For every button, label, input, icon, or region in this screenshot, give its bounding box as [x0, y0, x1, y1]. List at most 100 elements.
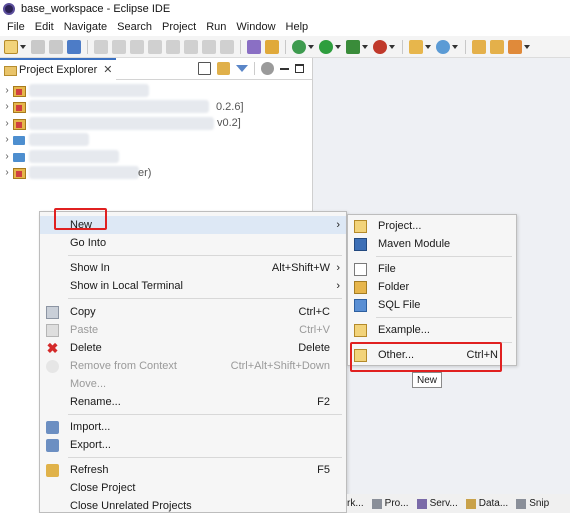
step-over-icon[interactable] — [202, 39, 216, 54]
open-type-icon[interactable] — [472, 39, 486, 54]
new-icon[interactable] — [4, 39, 18, 54]
debug-dropdown-icon[interactable] — [308, 44, 314, 49]
tab-markers[interactable]: rk... — [347, 498, 364, 509]
new-java-dropdown-icon[interactable] — [425, 44, 431, 49]
menu-item-go-into[interactable]: Go Into — [40, 234, 346, 252]
skip-breakpoints-icon[interactable] — [94, 39, 108, 54]
menu-item-shortcut: F2 — [317, 396, 330, 408]
search-dropdown-icon[interactable] — [524, 44, 530, 49]
run-dropdown-icon[interactable] — [335, 44, 341, 49]
toolbar-separator — [240, 39, 241, 54]
menu-run[interactable]: Run — [201, 21, 231, 33]
chevron-right-icon[interactable]: › — [2, 101, 12, 112]
tree-item[interactable]: › — [0, 132, 313, 149]
disconnect-icon[interactable] — [166, 39, 180, 54]
tree-item[interactable]: › 0.2.6] — [0, 99, 313, 116]
tree-item[interactable]: › — [0, 148, 313, 165]
collapse-all-icon[interactable] — [198, 62, 211, 75]
toolbar-separator — [285, 39, 286, 54]
submenu-item-maven-module[interactable]: Maven Module — [348, 235, 516, 253]
menu-item-remove-from-context[interactable]: Remove from Context Ctrl+Alt+Shift+Down — [40, 357, 346, 375]
menu-item-export[interactable]: Export... — [40, 436, 346, 454]
tab-servers[interactable]: Serv... — [416, 498, 458, 509]
menu-separator — [68, 457, 342, 458]
tree-item[interactable]: › — [0, 82, 313, 99]
coverage-icon[interactable] — [373, 39, 387, 54]
minimize-icon[interactable] — [280, 62, 289, 70]
run-icon[interactable] — [319, 39, 333, 54]
view-menu-icon[interactable] — [261, 62, 274, 75]
suspend-icon[interactable] — [130, 39, 144, 54]
menu-item-close-project[interactable]: Close Project — [40, 479, 346, 497]
menu-item-show-in[interactable]: Show In Alt+Shift+W › — [40, 259, 346, 277]
tab-project-explorer[interactable]: Project Explorer ✕ — [0, 57, 117, 80]
save-all-icon[interactable] — [49, 39, 63, 54]
menu-help[interactable]: Help — [281, 21, 314, 33]
step-return-icon[interactable] — [220, 39, 234, 54]
new-java-project-icon[interactable] — [409, 39, 423, 54]
run-external-dropdown-icon[interactable] — [362, 44, 368, 49]
menu-edit[interactable]: Edit — [30, 21, 59, 33]
menu-navigate[interactable]: Navigate — [59, 21, 112, 33]
submenu-item-folder[interactable]: Folder — [348, 278, 516, 296]
menu-item-shortcut: Alt+Shift+W — [271, 262, 330, 274]
tree-item[interactable]: › er) — [0, 165, 313, 182]
run-external-icon[interactable] — [346, 39, 360, 54]
tab-data-source[interactable]: Data... — [465, 498, 508, 509]
chevron-right-icon[interactable]: › — [2, 134, 12, 145]
menu-item-copy[interactable]: Copy Ctrl+C — [40, 303, 346, 321]
menu-window[interactable]: Window — [231, 21, 280, 33]
tab-problems[interactable]: Pro... — [371, 498, 409, 509]
menu-file[interactable]: File — [2, 21, 30, 33]
menu-project[interactable]: Project — [157, 21, 201, 33]
chevron-right-icon[interactable]: › — [2, 167, 12, 178]
chevron-right-icon[interactable]: › — [2, 85, 12, 96]
terminal-icon[interactable] — [67, 39, 81, 54]
submenu-item-example[interactable]: Example... — [348, 321, 516, 339]
filter-icon[interactable] — [236, 65, 248, 72]
debug-icon[interactable] — [292, 39, 306, 54]
menu-item-rename[interactable]: Rename... F2 — [40, 393, 346, 411]
chevron-right-icon[interactable]: › — [2, 118, 12, 129]
coverage-dropdown-icon[interactable] — [389, 44, 395, 49]
import-icon — [46, 420, 59, 434]
step-into-icon[interactable] — [184, 39, 198, 54]
menu-item-label: Project... — [378, 220, 422, 232]
tab-label: Snip — [529, 498, 550, 509]
terminate-icon[interactable] — [148, 39, 162, 54]
toolbar-separator — [254, 62, 255, 75]
menu-item-label: Refresh — [70, 464, 109, 476]
new-class-dropdown-icon[interactable] — [452, 44, 458, 49]
project-icon — [13, 101, 26, 114]
copy-icon — [46, 305, 59, 319]
new-class-icon[interactable] — [436, 39, 450, 54]
tab-snippets[interactable]: Snip — [516, 498, 549, 509]
submenu-item-sql-file[interactable]: SQL File — [348, 296, 516, 314]
menu-item-label: Show in Local Terminal — [70, 280, 183, 292]
menu-item-refresh[interactable]: Refresh F5 — [40, 461, 346, 479]
project-suffix: er) — [138, 166, 152, 179]
link-with-editor-icon[interactable] — [217, 62, 230, 75]
submenu-item-project[interactable]: Project... — [348, 217, 516, 235]
open-task-icon[interactable] — [490, 39, 504, 54]
close-icon[interactable]: ✕ — [103, 63, 112, 76]
resume-icon[interactable] — [112, 39, 126, 54]
toolbar-separator — [465, 39, 466, 54]
save-icon[interactable] — [31, 39, 45, 54]
tree-item[interactable]: › v0.2] — [0, 115, 313, 132]
toggle-breakpoint-icon[interactable] — [247, 39, 261, 54]
new-dropdown-icon[interactable] — [20, 44, 26, 49]
menu-search[interactable]: Search — [112, 21, 157, 33]
chevron-right-icon[interactable]: › — [2, 151, 12, 162]
menu-item-paste[interactable]: Paste Ctrl+V — [40, 321, 346, 339]
menu-item-move[interactable]: Move... — [40, 375, 346, 393]
paste-icon — [46, 323, 59, 337]
submenu-item-file[interactable]: File — [348, 260, 516, 278]
menu-item-close-unrelated-projects[interactable]: Close Unrelated Projects — [40, 497, 346, 513]
maximize-icon[interactable] — [295, 64, 304, 73]
search-icon[interactable] — [508, 39, 522, 54]
menu-item-delete[interactable]: ✖ Delete Delete — [40, 339, 346, 357]
menu-item-show-in-local-terminal[interactable]: Show in Local Terminal › — [40, 277, 346, 295]
build-icon[interactable] — [265, 39, 279, 54]
menu-item-import[interactable]: Import... — [40, 418, 346, 436]
